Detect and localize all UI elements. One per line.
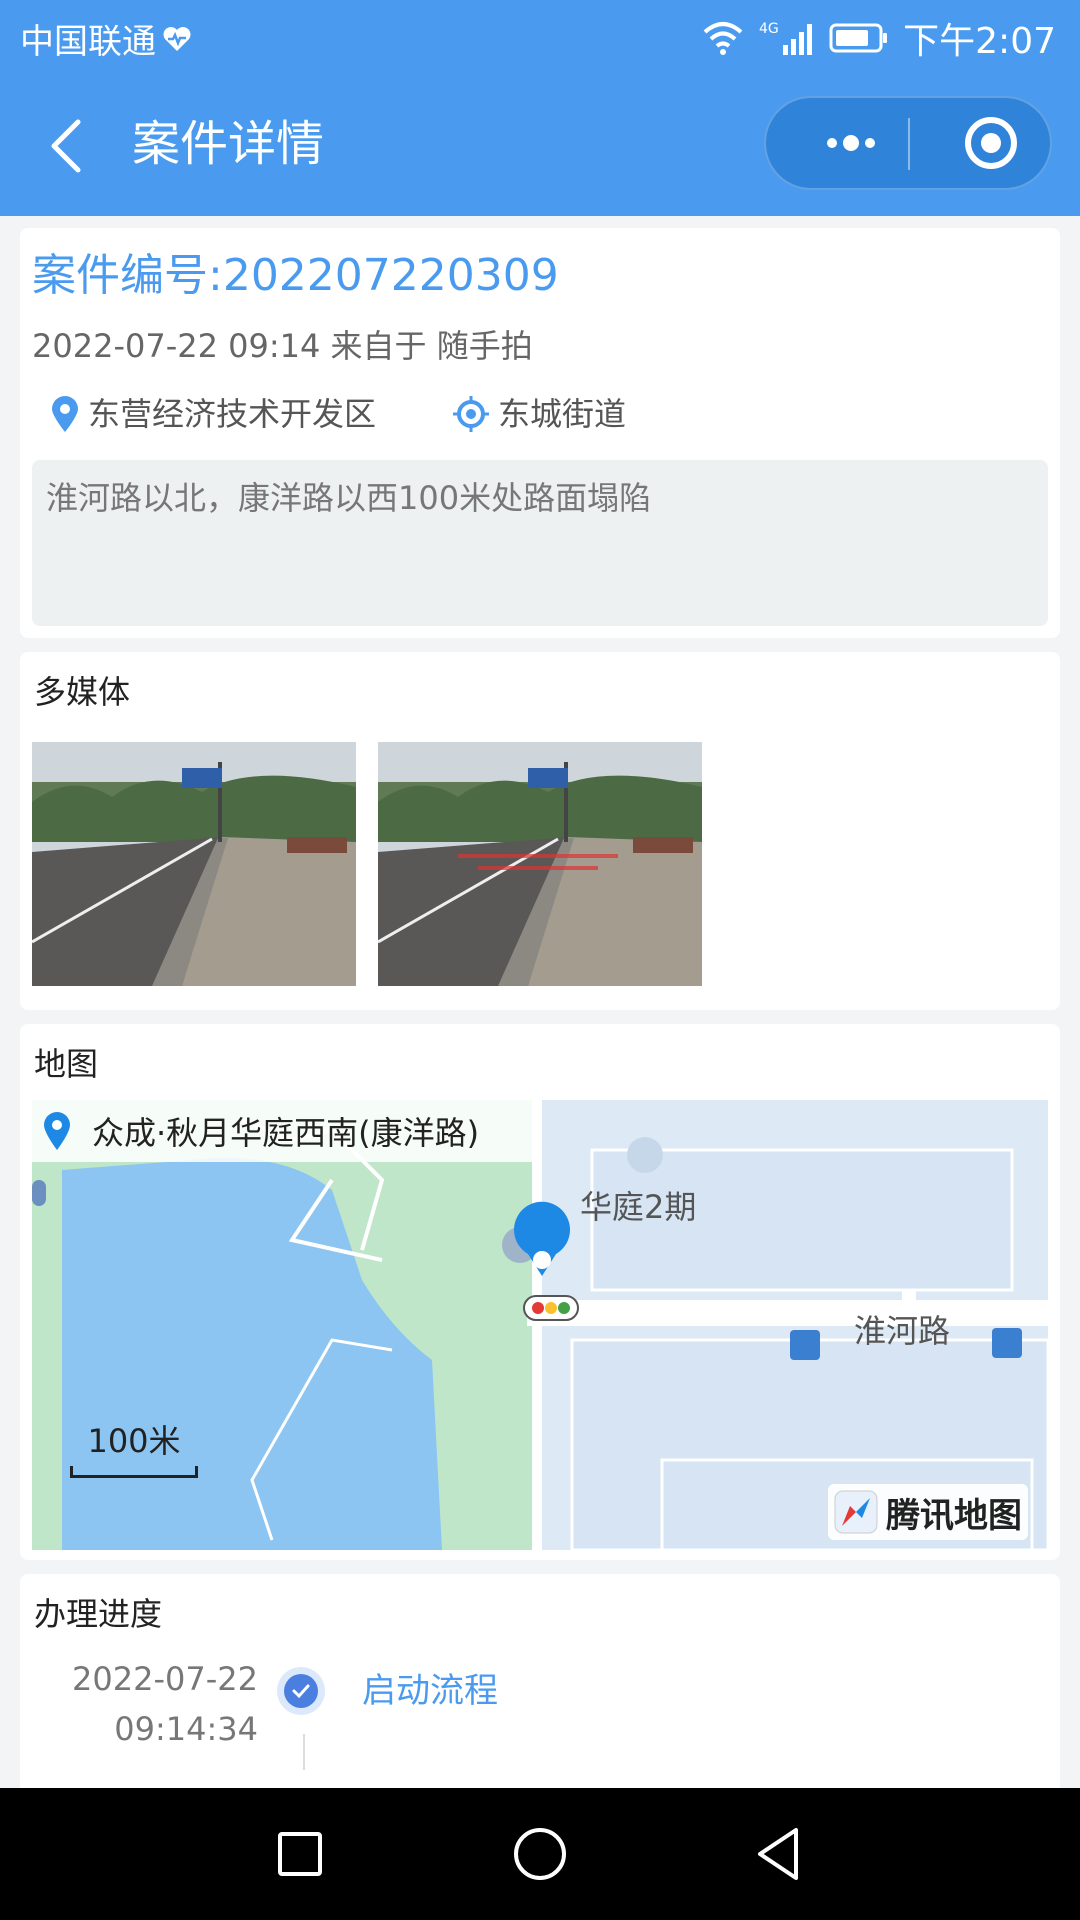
timeline-time: 09:14:34 <box>114 1710 258 1748</box>
carrier-name: 中国联通 <box>20 22 156 62</box>
progress-card: 办理进度 2022-07-22 09:14:34 启动流程 <box>20 1574 1060 1794</box>
media-card: 多媒体 <box>20 652 1060 1010</box>
street-name: 东城街道 <box>498 395 627 433</box>
map-scale-bar <box>70 1466 198 1478</box>
district-location: 东营经济技术开发区 <box>50 392 376 436</box>
back-icon[interactable] <box>744 1818 816 1890</box>
map-label-estate: 华庭2期 <box>580 1188 697 1226</box>
status-bar: 中国联通 4G 下午2:07 <box>0 0 1080 76</box>
network-type: 4G <box>759 21 779 37</box>
nav-bar: 案件详情 <box>0 76 1080 216</box>
case-info-card: 案件编号:202207220309 2022-07-22 09:14 来自于 随… <box>20 228 1060 638</box>
case-description: 淮河路以北，康洋路以西100米处路面塌陷 <box>32 460 1048 626</box>
map-card: 地图 众成·秋月华庭西南(康洋路) 华庭2期 淮河路 100米 腾讯地图 <box>20 1024 1060 1560</box>
timeline-step-label: 启动流程 <box>362 1671 498 1711</box>
map-label-road: 淮河路 <box>854 1312 951 1350</box>
map-brand: 腾讯地图 <box>828 1484 1028 1540</box>
map-section-title: 地图 <box>34 1045 99 1083</box>
case-meta: 2022-07-22 09:14 来自于 随手拍 <box>32 327 533 365</box>
back-arrow-icon[interactable] <box>40 114 100 178</box>
timeline-datetime: 2022-07-22 09:14:34 <box>72 1654 258 1754</box>
progress-section-title: 办理进度 <box>34 1595 163 1633</box>
case-number: 案件编号:202207220309 <box>32 250 559 301</box>
media-section-title: 多媒体 <box>34 673 131 711</box>
street-location: 东城街道 <box>452 392 626 436</box>
tencent-map-logo-icon <box>834 1490 878 1534</box>
map-view[interactable]: 众成·秋月华庭西南(康洋路) 华庭2期 淮河路 100米 腾讯地图 <box>32 1100 1048 1550</box>
timeline-connector <box>303 1734 305 1770</box>
close-miniprogram-icon[interactable] <box>946 98 1036 188</box>
map-scale-label: 100米 <box>87 1422 181 1460</box>
heart-icon <box>163 26 191 51</box>
mini-program-capsule <box>764 96 1052 190</box>
road-photo-1[interactable] <box>32 742 356 986</box>
district-name: 东营经济技术开发区 <box>88 395 377 433</box>
road-photo-2[interactable] <box>378 742 702 986</box>
map-location-header: 众成·秋月华庭西南(康洋路) <box>32 1100 532 1162</box>
check-circle-icon <box>277 1667 325 1715</box>
location-pin-icon <box>52 396 78 432</box>
map-scale: 100米 <box>70 1416 198 1478</box>
clock: 下午2:07 <box>903 21 1056 62</box>
map-brand-name: 腾讯地图 <box>886 1495 1022 1536</box>
more-icon[interactable] <box>806 98 896 188</box>
cellular-signal-icon: 4G <box>759 21 813 55</box>
capsule-divider <box>908 118 910 170</box>
battery-icon <box>829 23 888 53</box>
recent-apps-icon[interactable] <box>264 1818 336 1890</box>
timeline-date: 2022-07-22 <box>72 1660 258 1698</box>
target-location-icon <box>453 396 489 432</box>
home-icon[interactable] <box>504 1818 576 1890</box>
page-title: 案件详情 <box>132 116 325 172</box>
wifi-icon <box>703 22 743 55</box>
location-pin-icon <box>44 1112 70 1150</box>
map-location-name: 众成·秋月华庭西南(康洋路) <box>92 1114 480 1152</box>
carrier: 中国联通 <box>20 14 192 63</box>
system-navigation-bar <box>0 1788 1080 1920</box>
